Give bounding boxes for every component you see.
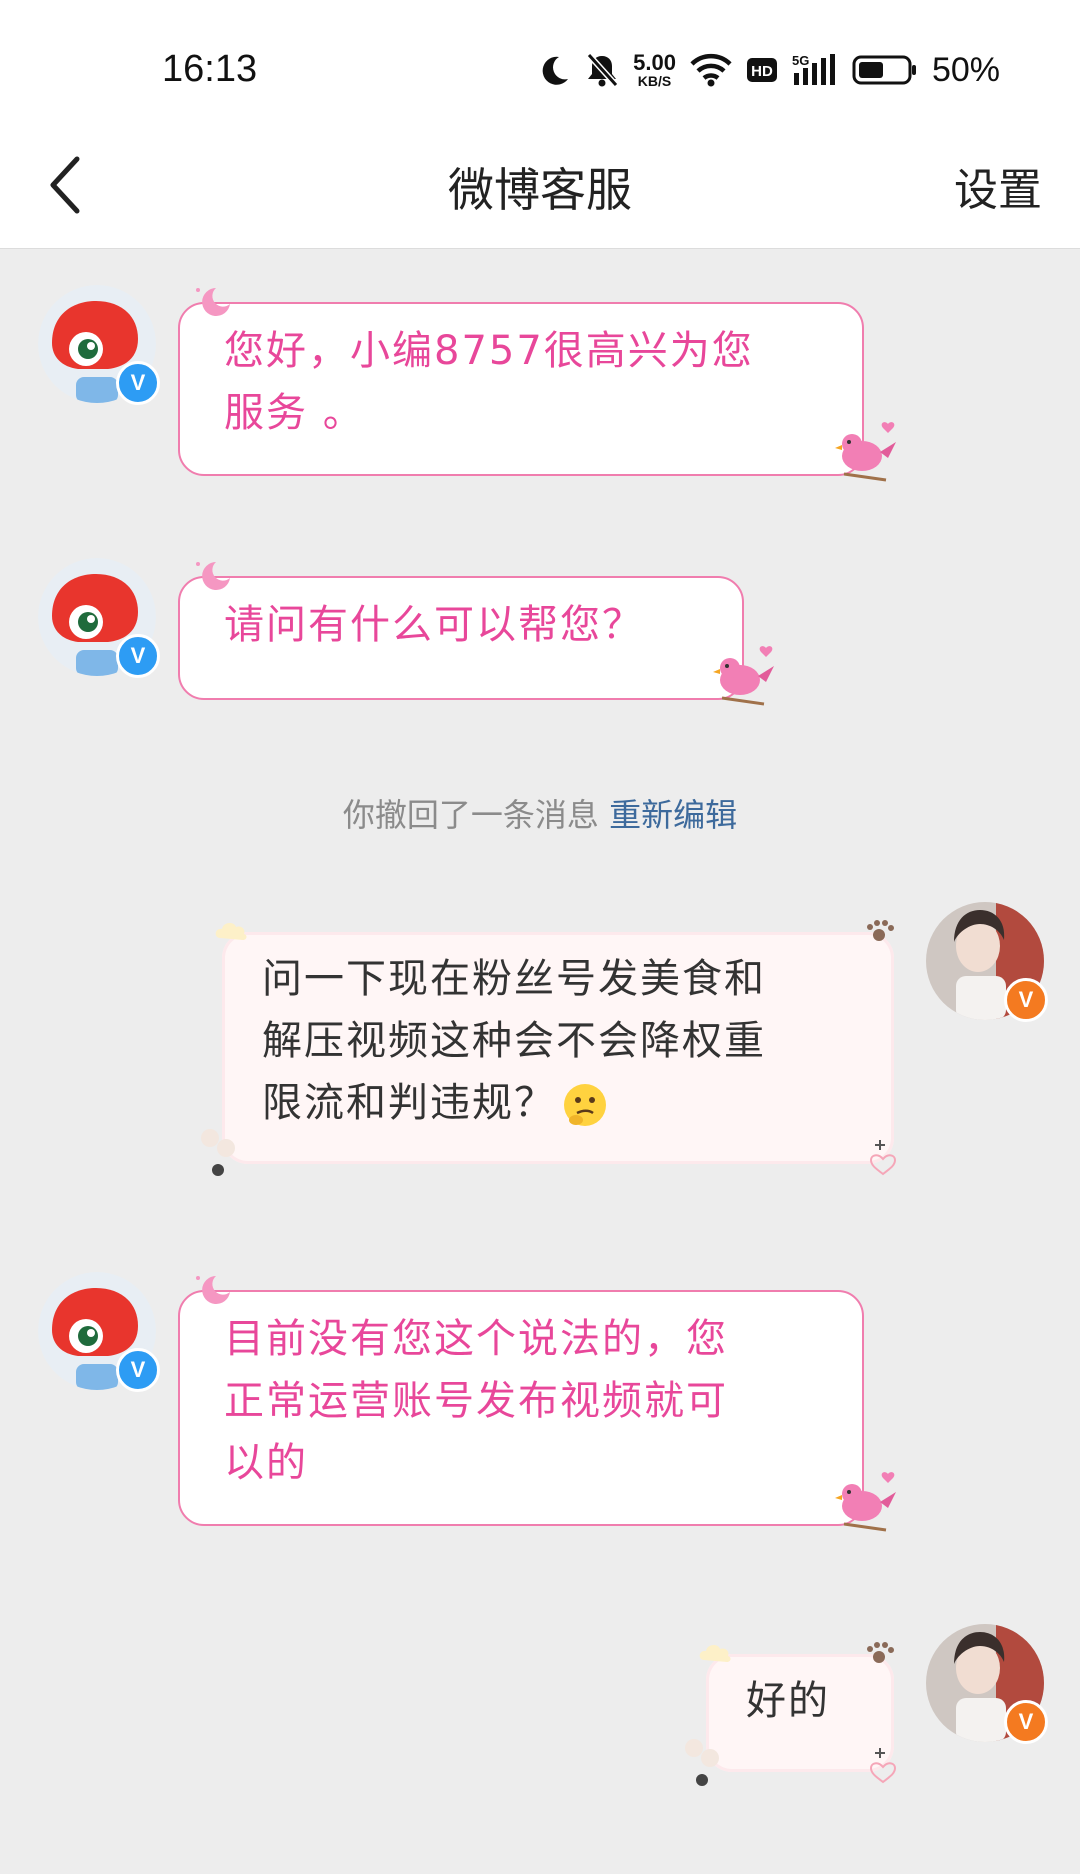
service-avatar[interactable]: V — [38, 285, 160, 405]
re-edit-link[interactable]: 重新编辑 — [609, 796, 737, 834]
paw-sticker-icon — [685, 1739, 719, 1786]
recall-notice: 你撤回了一条消息 重新编辑 — [0, 790, 1080, 836]
message-line: 限流和判违规？ — [262, 1080, 556, 1126]
message-bubble-service[interactable]: 目前没有您这个说法的，您 正常运营账号发布视频就可 以的 — [178, 1290, 864, 1526]
verified-v-icon: V — [116, 634, 160, 678]
status-icons: 5.00 KB/S HD 5G 50% — [537, 46, 1000, 94]
message-line: 解压视频这种会不会降权重 — [262, 1018, 766, 1064]
verified-v-icon: V — [1004, 978, 1048, 1022]
signal-5g-icon: 5G — [792, 53, 835, 85]
message-line: 请问有什么可以帮您？ — [224, 602, 644, 648]
message-bubble-user[interactable]: 好的 — [706, 1654, 894, 1772]
message-line: 好的 — [746, 1678, 830, 1724]
user-avatar[interactable]: V — [926, 902, 1048, 1022]
battery-percent: 50% — [931, 50, 1000, 89]
message-bubble-service[interactable]: 请问有什么可以帮您？ — [178, 576, 744, 700]
paw-sticker-icon — [201, 1129, 235, 1176]
user-avatar[interactable]: V — [926, 1624, 1048, 1744]
message-line: 您好，小编8757很高兴为您 — [224, 328, 754, 374]
moon-sticker-icon — [196, 562, 230, 590]
service-avatar[interactable]: V — [38, 1272, 160, 1392]
settings-button[interactable]: 设置 — [954, 154, 1042, 218]
net-speed-value: 5.00 — [633, 50, 676, 75]
paw-sticker-icon — [867, 1642, 894, 1663]
battery-icon — [852, 55, 916, 85]
message-line: 问一下现在粉丝号发美食和 — [262, 956, 766, 1002]
status-bar: 16:13 5.00 KB/S HD 5G 50% — [0, 0, 1080, 120]
service-avatar[interactable]: V — [38, 558, 160, 678]
moon-sticker-icon — [196, 288, 230, 316]
paw-sticker-icon — [867, 920, 894, 941]
status-time: 16:13 — [162, 48, 258, 90]
message-line: 以的 — [224, 1440, 308, 1486]
svg-text:5G: 5G — [792, 53, 809, 68]
moon-icon — [542, 56, 569, 85]
message-line: 目前没有您这个说法的，您 — [224, 1316, 728, 1362]
verified-v-icon: V — [1004, 1700, 1048, 1744]
bird-sticker-icon — [835, 422, 896, 482]
svg-text:HD: HD — [751, 63, 773, 80]
message-bubble-service[interactable]: 您好，小编8757很高兴为您 服务 。 — [178, 302, 864, 476]
bird-sticker-icon — [713, 646, 774, 706]
message-line: 服务 。 — [224, 390, 365, 436]
moon-sticker-icon — [196, 1276, 230, 1304]
recall-text: 你撤回了一条消息 — [342, 796, 599, 834]
heart-sticker-icon — [869, 1140, 897, 1176]
heart-sticker-icon — [869, 1748, 897, 1784]
title-bar: 微博客服 设置 — [0, 120, 1080, 249]
message-line: 正常运营账号发布视频就可 — [224, 1378, 728, 1424]
verified-v-icon: V — [116, 361, 160, 405]
message-bubble-user[interactable]: 问一下现在粉丝号发美食和 解压视频这种会不会降权重 限流和判违规？ — [222, 932, 894, 1164]
wifi-icon — [690, 53, 732, 87]
cloud-sticker-icon — [699, 1645, 731, 1662]
message-line-with-emoji: 限流和判违规？ — [262, 1072, 858, 1134]
hd-icon: HD — [746, 58, 777, 82]
net-speed: 5.00 KB/S — [633, 50, 676, 89]
bird-sticker-icon — [835, 1472, 896, 1532]
bell-off-icon — [586, 52, 619, 88]
thinking-emoji-icon — [564, 1084, 606, 1126]
net-speed-unit: KB/S — [637, 73, 672, 89]
page-title: 微博客服 — [448, 163, 632, 217]
cloud-sticker-icon — [215, 923, 247, 940]
verified-v-icon: V — [116, 1348, 160, 1392]
